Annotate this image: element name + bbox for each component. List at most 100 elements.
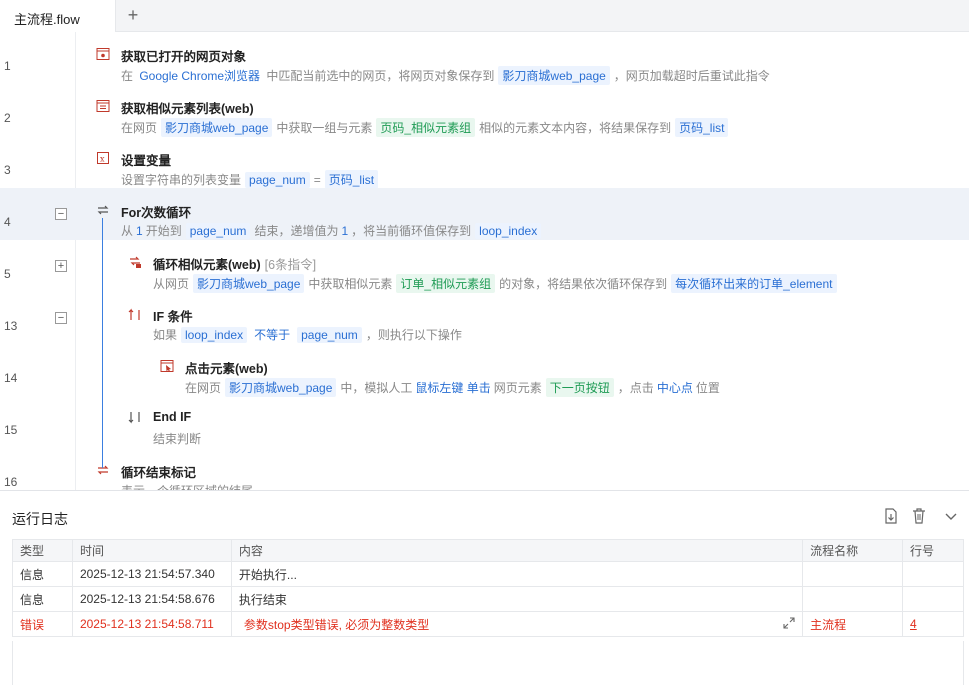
tab-main-flow[interactable]: 主流程.flow [0, 0, 116, 32]
log-line-text[interactable]: 4 [910, 617, 917, 631]
flow-step-row[interactable]: 3 x 设置变量设置字符串的列表变量 page_num = 页码_list [0, 136, 969, 189]
step-param[interactable]: 影刀商城web_page [225, 378, 337, 397]
log-cell-line [902, 561, 964, 587]
log-row[interactable]: 信息 2025-12-13 21:54:57.340 开始执行... [12, 561, 964, 587]
step-desc-text: 在 [121, 69, 137, 83]
loop-scope-line [102, 218, 103, 468]
step-param[interactable]: page_num [297, 327, 362, 343]
log-time-text: 2025-12-13 21:54:57.340 [79, 567, 215, 581]
step-param: 1 [341, 224, 349, 238]
line-number: 1 [4, 59, 11, 73]
col-type: 类型 [12, 539, 73, 562]
step-title: 获取已打开的网页对象 [121, 46, 246, 65]
step-param[interactable]: 页码_相似元素组 [376, 118, 476, 137]
line-number: 15 [4, 423, 18, 437]
step-title-text: 获取已打开的网页对象 [121, 50, 247, 64]
step-param[interactable]: page_num [185, 223, 251, 239]
log-type-text: 信息 [20, 592, 45, 607]
step-desc-text: 网页元素 [493, 381, 542, 395]
step-desc-text: 位置 [695, 381, 720, 395]
expand-icon[interactable] [783, 616, 795, 632]
step-desc-text: = [313, 173, 321, 187]
step-desc-text: 中获取一组与元素 [276, 121, 373, 135]
log-cell-line: 4 [902, 611, 964, 637]
step-param[interactable]: 影刀商城web_page [161, 118, 273, 137]
step-title-text: 获取相似元素列表(web) [121, 102, 254, 116]
flow-step-row[interactable]: 1 获取已打开的网页对象在 Google Chrome浏览器 中匹配当前选中的网页… [0, 32, 969, 85]
tab-bar: 主流程.flow + [0, 0, 969, 32]
svg-text:x: x [100, 155, 105, 164]
log-cell-type: 错误 [12, 611, 73, 637]
step-param[interactable]: loop_index [475, 223, 542, 239]
step-desc-text: 如果 [153, 328, 178, 342]
step-sub-count: [6条指令] [264, 258, 317, 272]
log-cell-content: 开始执行... [230, 561, 804, 587]
step-param[interactable]: 影刀商城web_page [498, 66, 610, 85]
collapse-toggle[interactable]: − [55, 208, 67, 220]
expand-toggle[interactable]: + [55, 260, 67, 272]
variable-icon: x [96, 151, 110, 165]
chevron-down-icon[interactable] [943, 507, 959, 525]
step-title: 设置变量 [121, 150, 171, 169]
log-title: 运行日志 [12, 511, 68, 527]
step-param[interactable]: page_num [245, 172, 310, 188]
flow-step-row[interactable]: 14 点击元素(web) 在网页 影刀商城web_page 中，模拟人工 鼠标左键 单击网… [0, 344, 969, 397]
step-param[interactable]: 影刀商城web_page [193, 274, 305, 293]
step-param[interactable]: 每次循环出来的订单_element [671, 274, 837, 293]
flow-step-row[interactable]: 4− For次数循环从 1 开始到 page_num 结束，递增值为 1 ，将当前循环值保存到… [0, 188, 969, 240]
element-list-icon [96, 99, 110, 113]
step-title-text: 设置变量 [121, 154, 172, 168]
click-element-icon [160, 359, 174, 373]
web-page-icon [96, 47, 110, 61]
log-cell-time: 2025-12-13 21:54:57.340 [71, 561, 232, 587]
step-param[interactable]: 页码_list [675, 118, 729, 137]
step-title-text: End IF [153, 410, 192, 424]
log-row[interactable]: 信息 2025-12-13 21:54:58.676 执行结束 [12, 586, 964, 612]
collapse-toggle[interactable]: − [55, 312, 67, 324]
step-param[interactable]: 页码_list [324, 170, 379, 189]
line-number: 3 [4, 163, 11, 177]
log-time-text: 2025-12-13 21:54:58.711 [79, 617, 214, 631]
step-desc-text: ，将当前循环值保存到 [351, 224, 472, 238]
step-title-text: 循环结束标记 [121, 466, 197, 480]
step-param[interactable]: loop_index [181, 327, 248, 343]
flow-step-row[interactable]: 16 循环结束标记表示一个循环区域的结尾 [0, 448, 969, 490]
flow-step-row[interactable]: 5 + 循环相似元素(web) [6条指令] 从网页 影刀商城web_page 中获取相似元… [0, 240, 969, 293]
end-if-icon [128, 411, 142, 425]
log-row[interactable]: 错误 2025-12-13 21:54:58.711 参数stop类型错误, 必须为… [12, 611, 964, 637]
log-type-text: 错误 [20, 617, 45, 632]
step-desc-text: 中，模拟人工 [340, 381, 413, 395]
step-title: 循环结束标记 [121, 462, 196, 481]
step-desc-text: 设置字符串的列表变量 [121, 173, 242, 187]
loop-end-icon [96, 463, 110, 477]
step-description: 在网页 影刀商城web_page 中获取一组与元素 页码_相似元素组 相似的元素文本内容… [121, 118, 732, 137]
log-cell-flow [802, 586, 904, 612]
log-cell-time: 2025-12-13 21:54:58.711 [71, 611, 232, 637]
line-number: 14 [4, 371, 18, 385]
step-desc-text: ，点击 [617, 381, 654, 395]
step-desc-text: 开始到 [145, 224, 182, 238]
step-desc-text: 从网页 [153, 277, 190, 291]
step-title-text: 循环相似元素(web) [153, 258, 261, 272]
step-desc-text: ，网页加载超时后重试此指令 [613, 69, 770, 83]
line-number: 4 [4, 215, 11, 229]
flow-step-row[interactable]: 15 End IF 结束判断 [0, 396, 969, 448]
step-desc-text: 结束判断 [153, 432, 202, 446]
log-flow-text[interactable]: 主流程 [810, 618, 846, 632]
step-desc-text: 的对象，将结果依次循环保存到 [499, 277, 668, 291]
flow-step-row[interactable]: 2 获取相似元素列表(web) 在网页 影刀商城web_page 中获取一组与元素 页码_… [0, 84, 969, 137]
step-param: 中心点 [656, 381, 693, 395]
step-description: 在 Google Chrome浏览器 中匹配当前选中的网页，将网页对象保存到 影刀… [121, 66, 770, 85]
step-title: 循环相似元素(web) [6条指令] [153, 254, 316, 273]
add-tab-button[interactable]: + [124, 6, 142, 24]
log-toolbar [883, 507, 963, 525]
export-log-icon[interactable] [883, 507, 899, 525]
flow-step-row[interactable]: 13 − IF 条件 如果 loop_index 不等于 page_num ，则执行以下操作 [0, 292, 969, 344]
log-cell-flow [802, 561, 904, 587]
trash-icon[interactable] [911, 507, 927, 525]
step-param[interactable]: 下一页按钮 [545, 378, 614, 397]
step-title: 点击元素(web) [185, 358, 268, 377]
log-cell-content: 执行结束 [230, 586, 804, 612]
step-param[interactable]: 订单_相似元素组 [396, 274, 496, 293]
log-cell-flow: 主流程 [802, 611, 904, 637]
